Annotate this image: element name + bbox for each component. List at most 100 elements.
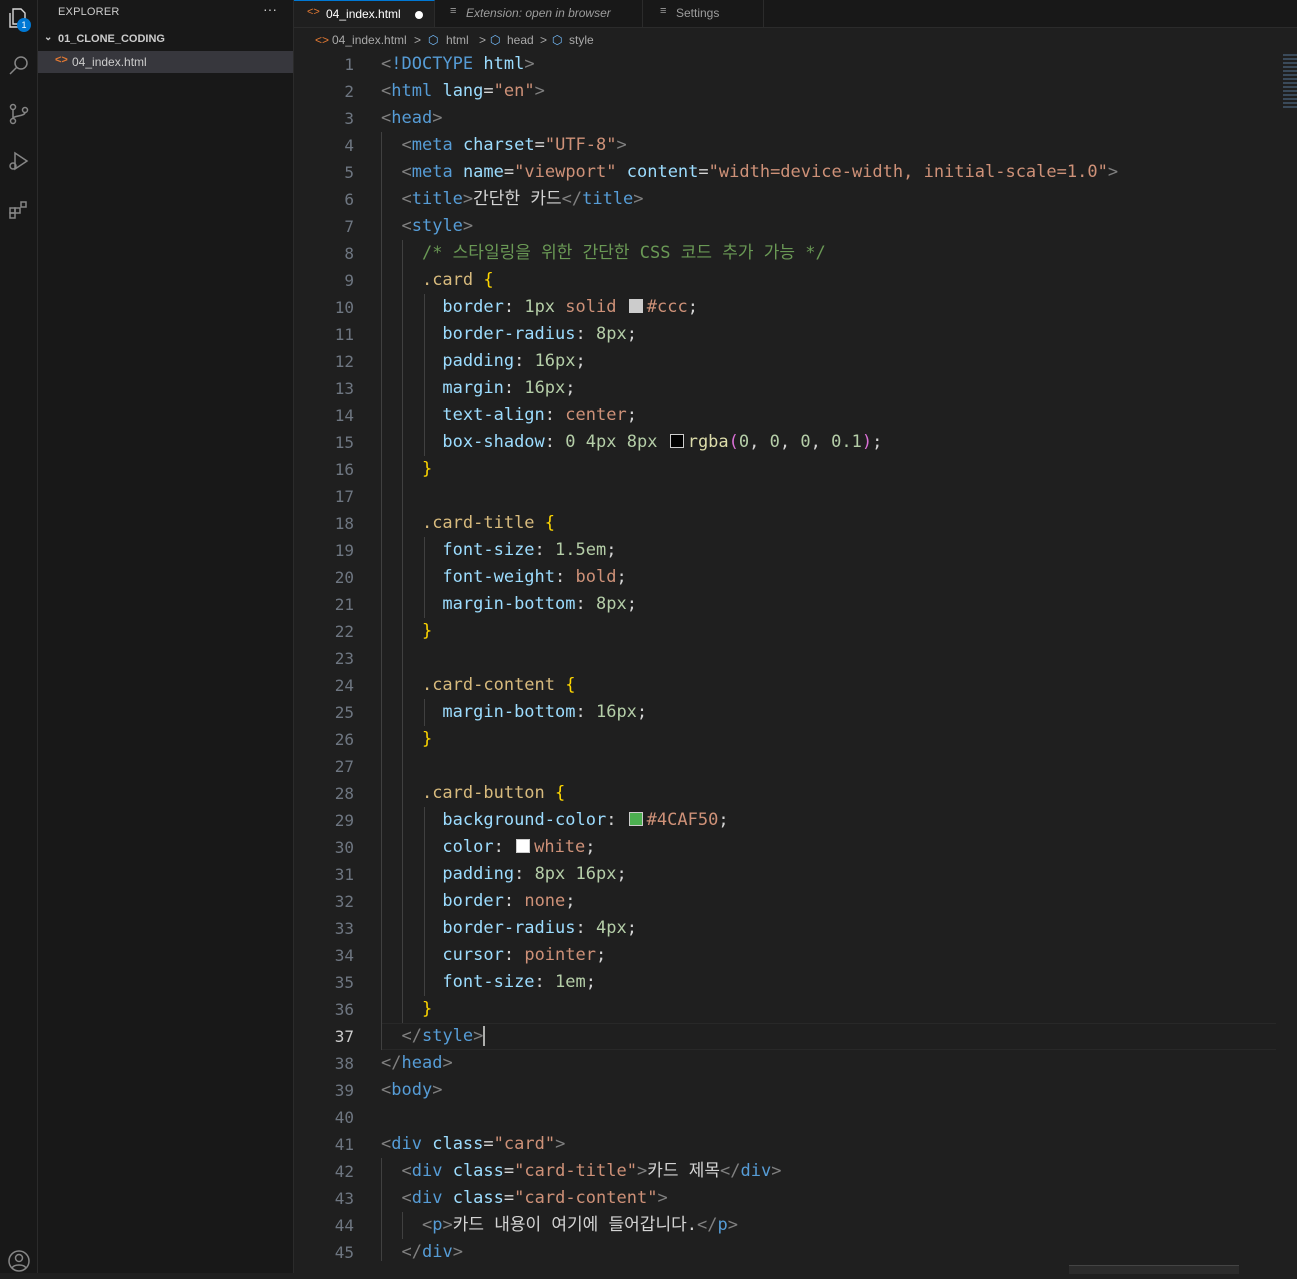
code-token: ;	[626, 324, 637, 344]
code-line[interactable]: </head>	[381, 1050, 453, 1077]
code-line[interactable]: font-size: 1.5em;	[381, 537, 616, 564]
code-line[interactable]: .card-content {	[381, 672, 576, 699]
code-line[interactable]: /* 스타일링을 위한 간단한 CSS 코드 추가 가능 */	[381, 240, 826, 267]
code-line[interactable]: font-weight: bold;	[381, 564, 626, 591]
code-token: {	[565, 675, 576, 695]
explorer-icon[interactable]: 1	[2, 0, 35, 36]
code-line[interactable]: font-size: 1em;	[381, 969, 596, 996]
code-line[interactable]: <div class="card-title">카드 제목</div>	[381, 1158, 781, 1185]
breadcrumb-head[interactable]: head	[507, 33, 534, 47]
code-line[interactable]: .card {	[381, 267, 494, 294]
code-line[interactable]: }	[381, 726, 432, 753]
code-line[interactable]: padding: 16px;	[381, 348, 586, 375]
code-line[interactable]: cursor: pointer;	[381, 942, 606, 969]
code-token: div	[740, 1161, 772, 1181]
code-token: >	[524, 54, 535, 74]
line-number: 17	[334, 487, 354, 506]
code-line[interactable]: }	[381, 618, 432, 645]
breadcrumb-file[interactable]: 04_index.html	[332, 33, 407, 47]
code-token: html	[391, 81, 433, 101]
code-line[interactable]: <title>간단한 카드</title>	[381, 186, 643, 213]
code-line[interactable]: </style>	[381, 1023, 486, 1050]
line-number: 7	[344, 217, 354, 236]
code-line[interactable]: .card-title {	[381, 510, 555, 537]
code-line[interactable]: text-align: center;	[381, 402, 637, 429]
code-line[interactable]: color: white;	[381, 834, 595, 861]
code-token: border-radius	[442, 324, 576, 344]
code-line[interactable]: <meta charset="UTF-8">	[381, 132, 626, 159]
code-editor[interactable]: 1 2 3 4 5 6 7 8 9 10 11 12 13 14 15 16 17 18 19 20 21 22 23 24 2…	[294, 52, 1297, 1261]
breadcrumb-style[interactable]: style	[569, 33, 594, 47]
code-line[interactable]: <!DOCTYPE html>	[381, 52, 535, 78]
color-swatch-icon[interactable]	[628, 812, 643, 826]
code-line[interactable]: border: 1px solid #ccc;	[381, 294, 698, 321]
code-token: 1px	[524, 297, 556, 317]
line-number: 30	[334, 838, 354, 857]
line-number: 32	[334, 892, 354, 911]
code-token: font-size	[442, 540, 535, 560]
code-token: border-radius	[442, 918, 576, 938]
code-token: {	[555, 783, 566, 803]
line-number: 40	[334, 1108, 354, 1127]
code-line[interactable]: margin: 16px;	[381, 375, 575, 402]
tab-settings[interactable]: ≡ Settings	[643, 0, 764, 27]
code-line[interactable]: margin-bottom: 8px;	[381, 591, 637, 618]
search-icon[interactable]	[2, 48, 35, 84]
code-token: ;	[575, 351, 586, 371]
unsaved-dot-icon[interactable]	[415, 11, 423, 19]
line-number: 18	[334, 514, 354, 533]
code-line[interactable]: border: none;	[381, 888, 575, 915]
code-line[interactable]: <meta name="viewport" content="width=dev…	[381, 159, 1118, 186]
code-line[interactable]: <div class="card">	[381, 1131, 565, 1158]
code-line[interactable]: <style>	[381, 213, 473, 240]
code-line[interactable]: background-color: #4CAF50;	[381, 807, 728, 834]
code-line[interactable]: <head>	[381, 105, 442, 132]
symbol-icon: ⬡	[428, 33, 439, 47]
code-line[interactable]: border-radius: 4px;	[381, 915, 637, 942]
code-line[interactable]: margin-bottom: 16px;	[381, 699, 647, 726]
code-token: none	[524, 891, 566, 911]
code-line[interactable]: border-radius: 8px;	[381, 321, 637, 348]
code-line[interactable]: box-shadow: 0 4px 8px rgba(0, 0, 0, 0.1)…	[381, 429, 882, 456]
code-line[interactable]: padding: 8px 16px;	[381, 861, 626, 888]
code-line[interactable]: }	[381, 456, 432, 483]
code-line[interactable]: }	[381, 996, 432, 1023]
file-04-index-html[interactable]: <> 04_index.html	[38, 51, 293, 73]
code-line[interactable]: <body>	[381, 1077, 442, 1104]
code-line[interactable]: </div>	[381, 1239, 462, 1261]
extensions-icon[interactable]	[2, 192, 35, 228]
code-token: :	[514, 351, 535, 371]
code-line[interactable]: <div class="card-content">	[381, 1185, 667, 1212]
more-actions-icon[interactable]: ···	[263, 1, 277, 17]
tab-extension-open-in-browser[interactable]: ≡ Extension: open in browser	[435, 0, 643, 27]
current-line-highlight	[381, 1023, 1276, 1050]
code-token: .card-title	[421, 513, 535, 533]
line-number: 10	[334, 298, 354, 317]
color-swatch-icon[interactable]	[669, 434, 684, 448]
tab-04-index-html[interactable]: <> 04_index.html	[294, 0, 435, 27]
breadcrumb-html[interactable]: html	[446, 33, 469, 47]
code-line[interactable]: .card-button {	[381, 780, 565, 807]
code-token: <	[381, 1134, 392, 1154]
code-token: ,	[749, 432, 770, 452]
color-swatch-icon[interactable]	[628, 299, 643, 313]
code-token: =	[534, 135, 545, 155]
minimap[interactable]	[1283, 52, 1297, 152]
bottom-panel	[294, 1261, 1297, 1274]
code-token: margin	[442, 378, 504, 398]
source-control-icon[interactable]	[2, 96, 35, 132]
code-line[interactable]: <p>카드 내용이 여기에 들어갑니다.</p>	[381, 1212, 738, 1239]
breadcrumb-separator: >	[479, 33, 487, 47]
color-swatch-icon[interactable]	[516, 839, 531, 853]
account-icon[interactable]	[2, 1243, 35, 1279]
code-line[interactable]: <html lang="en">	[381, 78, 545, 105]
run-debug-icon[interactable]	[2, 143, 35, 179]
folder-clone-coding[interactable]: ⌄ 01_CLONE_CODING	[38, 30, 293, 50]
tab-label: 04_index.html	[326, 7, 401, 21]
